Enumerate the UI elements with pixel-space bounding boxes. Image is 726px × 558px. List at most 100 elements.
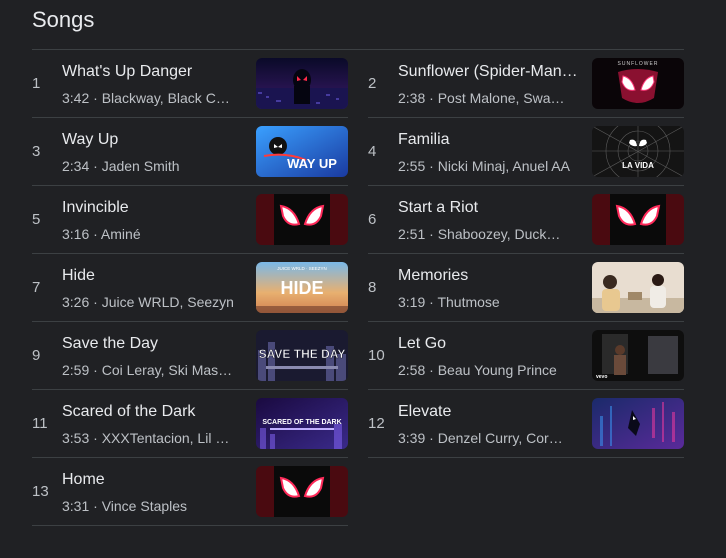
section-title: Songs — [32, 7, 95, 32]
song-row[interactable]: 11 Scared of the Dark 3:53 · XXXTentacio… — [32, 390, 348, 458]
song-meta: 3:26 · Juice WRLD, Seezyn — [62, 294, 234, 310]
thumb-label: LA VIDA — [622, 161, 654, 170]
song-row[interactable]: 9 Save the Day 2:59 · Coi Leray, Ski Mas… — [32, 322, 348, 390]
song-row[interactable]: 4 Familia 2:55 · Nicki Minaj, Anuel AA L… — [368, 118, 684, 186]
song-meta: 3:53 · XXXTentacion, Lil Wayne, Ty Dolla… — [62, 430, 234, 446]
thumb-label: SCARED OF THE DARK — [262, 419, 341, 426]
track-number: 8 — [368, 279, 377, 296]
song-row[interactable]: 5 Invincible 3:16 · Aminé — [32, 186, 348, 254]
song-title[interactable]: Home — [62, 471, 244, 489]
song-title[interactable]: Hide — [62, 267, 244, 285]
song-row[interactable]: 7 Hide 3:26 · Juice WRLD, Seezyn JUICE W… — [32, 254, 348, 322]
song-duration: 3:19 — [398, 294, 426, 310]
song-duration: 2:51 — [398, 226, 426, 242]
track-number: 9 — [32, 347, 41, 364]
spider-mask-thumbnail[interactable] — [256, 466, 348, 517]
thumb-label: WAY UP — [287, 156, 337, 171]
song-meta: 3:39 · Denzel Curry, Cordae — [398, 430, 570, 446]
song-meta: 2:58 · Beau Young Prince — [398, 362, 557, 378]
song-row[interactable]: 3 Way Up 2:34 · Jaden Smith WAY UP — [32, 118, 348, 186]
song-title[interactable]: Start a Riot — [398, 199, 580, 217]
track-number: 4 — [368, 143, 377, 160]
song-title[interactable]: Sunflower (Spider-Man: Into the Spider-V… — [398, 63, 580, 81]
song-meta: 2:34 · Jaden Smith — [62, 158, 180, 174]
song-row[interactable]: 8 Memories 3:19 · Thutmose — [368, 254, 684, 322]
song-duration: 2:34 — [62, 158, 90, 174]
song-meta: 2:55 · Nicki Minaj, Anuel AA — [398, 158, 570, 174]
song-duration: 3:31 — [62, 498, 90, 514]
songs-grid: 1 What's Up Danger 3:42 · Blackway, Blac… — [32, 50, 684, 526]
spider-mask-thumbnail[interactable] — [592, 194, 684, 245]
track-number: 2 — [368, 75, 377, 92]
song-row[interactable]: 1 What's Up Danger 3:42 · Blackway, Blac… — [32, 50, 348, 118]
song-title[interactable]: Save the Day — [62, 335, 244, 353]
thumb-label: SUNFLOWER — [618, 61, 659, 67]
song-title[interactable]: What's Up Danger — [62, 63, 244, 81]
song-duration: 3:16 — [62, 226, 90, 242]
song-artists: Aminé — [100, 226, 141, 242]
song-meta: 3:31 · Vince Staples — [62, 498, 188, 514]
song-title[interactable]: Scared of the Dark — [62, 403, 244, 421]
song-meta: 3:16 · Aminé — [62, 226, 141, 242]
sunflower-mask-thumbnail[interactable]: SUNFLOWER — [592, 58, 684, 109]
song-row[interactable]: 10 Let Go 2:58 · Beau Young Prince vevo — [368, 322, 684, 390]
track-number: 1 — [32, 75, 41, 92]
song-artists: XXXTentacion, Lil Wayne, Ty Dolla $ign — [101, 430, 234, 446]
hide-thumbnail[interactable]: JUICE WRLD · SEEZYN HIDE — [256, 262, 348, 313]
song-artists: Post Malone, Swae Lee — [437, 90, 570, 106]
song-meta: 2:59 · Coi Leray, Ski Mask the Slump God — [62, 362, 234, 378]
way-up-thumbnail[interactable]: WAY UP — [256, 126, 348, 177]
song-duration: 2:55 — [398, 158, 426, 174]
song-row[interactable]: 13 Home 3:31 · Vince Staples — [32, 458, 348, 526]
save-the-day-thumbnail[interactable]: SAVE THE DAY — [256, 330, 348, 381]
song-meta: 2:38 · Post Malone, Swae Lee — [398, 90, 570, 106]
track-number: 5 — [32, 211, 41, 228]
song-duration: 2:58 — [398, 362, 426, 378]
song-row[interactable]: 12 Elevate 3:39 · Denzel Curry, Cordae — [368, 390, 684, 458]
thumb-label: SAVE THE DAY — [259, 347, 346, 361]
song-artists: Blackway, Black Caviar — [101, 90, 234, 106]
elevate-thumbnail[interactable] — [592, 398, 684, 449]
track-number: 3 — [32, 143, 41, 160]
song-artists: Nicki Minaj, Anuel AA — [437, 158, 570, 174]
thumb-sublabel: JUICE WRLD · SEEZYN — [277, 266, 327, 271]
thumb-label: vevo — [596, 374, 607, 380]
track-number: 13 — [32, 483, 49, 500]
scared-of-the-dark-thumbnail[interactable]: SCARED OF THE DARK — [256, 398, 348, 449]
song-artists: Jaden Smith — [101, 158, 180, 174]
song-title[interactable]: Invincible — [62, 199, 244, 217]
song-title[interactable]: Way Up — [62, 131, 244, 149]
spider-mask-thumbnail[interactable] — [256, 194, 348, 245]
track-number: 7 — [32, 279, 41, 296]
song-title[interactable]: Let Go — [398, 335, 580, 353]
song-duration: 3:42 — [62, 90, 90, 106]
song-title[interactable]: Memories — [398, 267, 580, 285]
song-duration: 2:38 — [398, 90, 426, 106]
song-artists: Juice WRLD, Seezyn — [101, 294, 234, 310]
song-artists: Beau Young Prince — [437, 362, 557, 378]
familia-thumbnail[interactable]: LA VIDA — [592, 126, 684, 177]
let-go-thumbnail[interactable]: vevo — [592, 330, 684, 381]
song-duration: 3:53 — [62, 430, 90, 446]
song-title[interactable]: Familia — [398, 131, 580, 149]
song-artists: Vince Staples — [101, 498, 188, 514]
track-number: 10 — [368, 347, 385, 364]
song-artists: Coi Leray, Ski Mask the Slump God — [101, 362, 234, 378]
song-row[interactable]: 2 Sunflower (Spider-Man: Into the Spider… — [368, 50, 684, 118]
song-row[interactable]: 6 Start a Riot 2:51 · Shaboozey, Duckwrt… — [368, 186, 684, 254]
song-title[interactable]: Elevate — [398, 403, 580, 421]
song-meta: 2:51 · Shaboozey, Duckwrth — [398, 226, 570, 242]
song-artists: Denzel Curry, Cordae — [437, 430, 570, 446]
song-meta: 3:19 · Thutmose — [398, 294, 500, 310]
song-duration: 3:39 — [398, 430, 426, 446]
track-number: 6 — [368, 211, 377, 228]
song-artists: Thutmose — [437, 294, 500, 310]
memories-photo-thumbnail[interactable] — [592, 262, 684, 313]
track-number: 11 — [32, 415, 48, 432]
track-number: 12 — [368, 415, 385, 432]
city-night-thumbnail[interactable] — [256, 58, 348, 109]
thumb-label: HIDE — [280, 278, 323, 298]
song-duration: 2:59 — [62, 362, 90, 378]
song-meta: 3:42 · Blackway, Black Caviar — [62, 90, 234, 106]
song-duration: 3:26 — [62, 294, 90, 310]
